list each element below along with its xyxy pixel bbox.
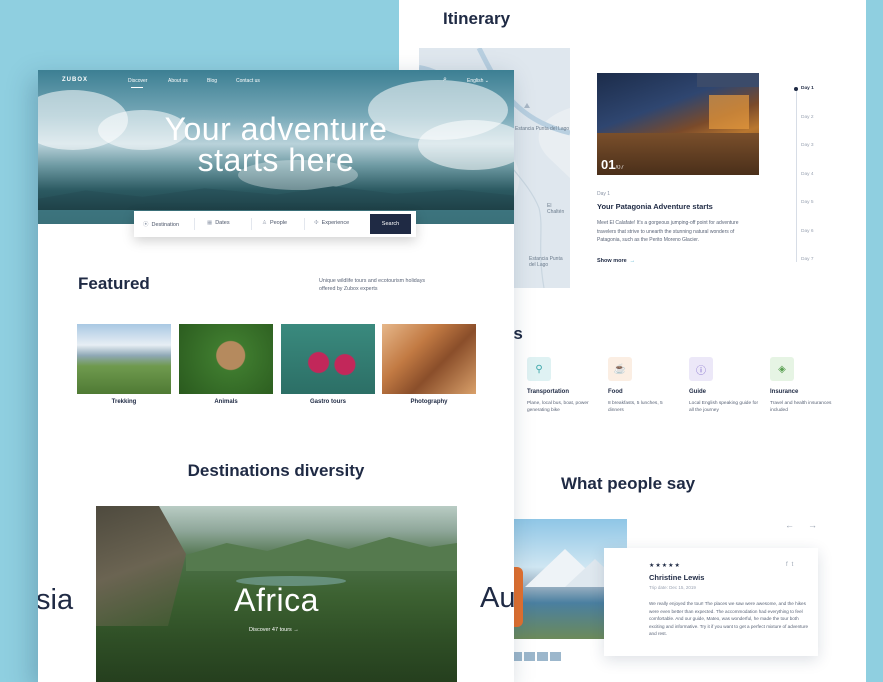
trip-date: Trip date: Dec 15, 2019: [649, 585, 696, 590]
card-image: [179, 324, 273, 394]
bike-icon: ⚲: [527, 357, 551, 381]
slide-counter: 01/07: [601, 157, 624, 172]
guide-icon: ⓘ: [689, 357, 713, 381]
destination-name: Africa: [234, 582, 319, 618]
nav-discover[interactable]: Discover: [128, 78, 147, 88]
arrow-left-icon[interactable]: ←: [785, 520, 808, 530]
card-photography[interactable]: Photography: [382, 324, 476, 405]
testimonial-nav: ←→: [785, 520, 831, 530]
card-image: [281, 324, 375, 394]
card-label: Animals: [214, 399, 238, 405]
inclusion-food: ☕ Food 8 breakfasts, 5 lunches, 5 dinner…: [608, 357, 678, 414]
show-more-link[interactable]: Show more →: [597, 258, 635, 264]
card-gastro[interactable]: Gastro tours: [281, 324, 375, 405]
day-photo[interactable]: 01/07: [597, 73, 759, 175]
twitter-icon[interactable]: t: [792, 562, 798, 568]
timeline-day-3[interactable]: Day 3: [801, 143, 814, 148]
search-icon[interactable]: ⌕: [443, 76, 447, 84]
social-links: ft: [786, 562, 797, 568]
map-label: Estancia Punta del Lago: [515, 126, 570, 132]
rating-stars: ★★★★★: [649, 563, 681, 569]
itinerary-title: Itinerary: [443, 9, 511, 28]
prev-destination[interactable]: sia: [38, 584, 73, 617]
background-strip: [866, 0, 883, 682]
day-description: Meet El Calafate! It's a gorgeous jumpin…: [597, 220, 739, 243]
map-label: El Chaltén: [547, 203, 565, 215]
day-tag: Day 1: [597, 191, 611, 197]
timeline-day-4[interactable]: Day 4: [801, 172, 814, 177]
card-label: Gastro tours: [309, 399, 346, 405]
search-bar: ⦿ Destination ▦ Dates ♙ People ✣ Experience …: [134, 211, 416, 237]
testimonials-title: What people say: [561, 474, 696, 493]
food-icon: ☕: [608, 357, 632, 381]
featured-description: Unique wildlife tours and ecotourism hol…: [319, 278, 425, 292]
nav-blog[interactable]: Blog: [207, 78, 217, 84]
experience-field[interactable]: ✣ Experience: [314, 220, 349, 226]
language-select[interactable]: English ⌄: [467, 78, 489, 84]
review-text: We really enjoyed the tour! The places w…: [649, 601, 809, 636]
chevron-down-icon: ⌄: [484, 78, 489, 84]
thumbnail[interactable]: [537, 652, 548, 661]
thumbnail[interactable]: [550, 652, 561, 661]
inclusion-insurance: ◈ Insurance Travel and health insurances…: [770, 357, 840, 414]
timeline-day-2[interactable]: Day 2: [801, 115, 814, 120]
card-animals[interactable]: Animals: [179, 324, 273, 405]
pin-icon: ⦿: [143, 222, 149, 228]
inclusion-guide: ⓘ Guide Local English speaking guide for…: [689, 357, 759, 414]
search-button[interactable]: Search: [370, 214, 411, 234]
people-field[interactable]: ♙ People: [262, 220, 287, 226]
timeline-day-1[interactable]: Day 1: [794, 86, 814, 91]
arrow-right-icon[interactable]: →: [808, 520, 831, 530]
destinations-title: Destinations diversity: [187, 461, 365, 480]
next-destination[interactable]: Au: [480, 582, 515, 615]
card-label: Photography: [410, 399, 448, 405]
review-card: ★★★★★ ft Christine Lewis Trip date: Dec …: [604, 548, 818, 656]
logo[interactable]: ZUBOX: [62, 77, 88, 83]
day-title: Your Patagonia Adventure starts: [597, 202, 713, 211]
timeline-day-5[interactable]: Day 5: [801, 200, 814, 205]
home-page: ZUBOX Discover About us Blog Contact us …: [38, 70, 514, 682]
timeline-day-6[interactable]: Day 6: [801, 229, 814, 234]
nav-contact[interactable]: Contact us: [236, 78, 260, 84]
calendar-icon: ▦: [207, 220, 213, 226]
arrow-right-icon: →: [293, 627, 299, 633]
photo-thumbnails: [511, 648, 563, 666]
day-timeline: Day 1 Day 2 Day 3 Day 4 Day 5 Day 6 Day …: [794, 86, 826, 266]
shield-icon: ◈: [770, 357, 794, 381]
nav-about[interactable]: About us: [168, 78, 188, 84]
compass-icon: ✣: [314, 220, 319, 226]
inclusion-transportation: ⚲ Transportation Plane, local bus, boat,…: [527, 357, 597, 414]
featured-title: Featured: [78, 274, 150, 293]
arrow-right-icon: →: [629, 258, 636, 264]
destination-slide[interactable]: Africa Discover 47 tours →: [96, 506, 457, 682]
thumbnail[interactable]: [524, 652, 535, 661]
card-label: Trekking: [111, 399, 137, 405]
card-trekking[interactable]: Trekking: [77, 324, 171, 405]
hero-banner: ZUBOX Discover About us Blog Contact us …: [38, 70, 514, 224]
card-image: [77, 324, 171, 394]
reviewer-name: Christine Lewis: [649, 573, 705, 582]
dates-field[interactable]: ▦ Dates: [207, 220, 230, 226]
timeline-day-7[interactable]: Day 7: [801, 257, 814, 262]
discover-tours-link[interactable]: Discover 47 tours →: [249, 627, 299, 633]
person-icon: ♙: [262, 220, 267, 226]
map-label: Estancia Punta del Lago: [529, 256, 563, 268]
card-image: [382, 324, 476, 394]
hero-title: Your adventure starts here: [164, 111, 388, 178]
destination-field[interactable]: ⦿ Destination: [143, 220, 179, 228]
